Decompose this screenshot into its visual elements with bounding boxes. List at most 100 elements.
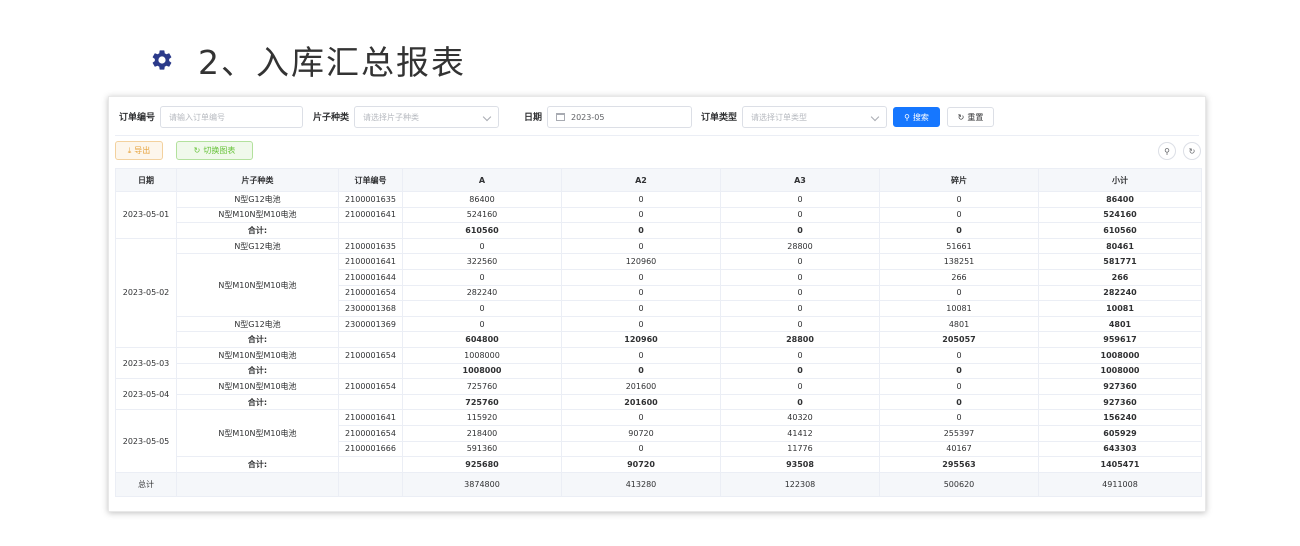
calendar-icon (556, 113, 565, 121)
table-cell: 0 (720, 268, 880, 286)
table-cell: 0 (402, 315, 562, 333)
table-cell: 2100001654 (338, 346, 403, 364)
search-button[interactable]: ⚲ 搜索 (893, 107, 940, 127)
total-row: 总计 3874800 413280 122308 500620 4911008 (115, 471, 1202, 497)
switch-chart-button[interactable]: ↻ 切换图表 (176, 141, 253, 160)
table-cell: 218400 (402, 424, 562, 442)
sum-row: 合计: 925680 90720 93508 295563 1405471 (116, 456, 1202, 473)
table-cell: 610560 (1038, 222, 1202, 239)
table-cell: 413280 (561, 471, 721, 497)
subtotal-cell: 927360 (1038, 378, 1202, 395)
search-button-label: 搜索 (912, 112, 929, 122)
table-cell: 725760 (402, 393, 562, 411)
table-cell: 0 (402, 237, 562, 255)
sum-label-cell: 合计: (176, 362, 339, 380)
empty-cell (338, 362, 403, 380)
table-cell: 0 (879, 362, 1039, 380)
table-cell: 120960 (561, 331, 721, 348)
table-cell: 93508 (720, 456, 880, 473)
table-cell: 0 (720, 191, 880, 208)
table-row: 2023-05-03 N型M10N型M10电池 2100001654 1008000 0… (115, 346, 1202, 380)
table-cell: 725760 (402, 378, 562, 395)
column-header: A (402, 168, 562, 192)
table-cell: 0 (720, 284, 880, 302)
divider (115, 135, 1199, 136)
type-cell: N型M10N型M10电池 (176, 378, 339, 395)
reset-button[interactable]: ↻ 重置 (947, 107, 994, 127)
table-cell: 0 (561, 268, 721, 286)
refresh-icon: ↻ (957, 112, 965, 122)
filter-bar: 订单编号 请输入订单编号 片子种类 请选择片子种类 日期 2023-05 订单类… (109, 106, 1207, 128)
page-title: 2、入库汇总报表 (198, 43, 466, 82)
subtotal-cell: 643303 (1038, 440, 1202, 458)
table-cell: 591360 (402, 440, 562, 458)
table-cell: 0 (879, 284, 1039, 302)
table-cell: 2300001369 (338, 315, 403, 333)
table-cell: 41412 (720, 424, 880, 442)
table-cell: 0 (561, 191, 721, 208)
export-button[interactable]: ⤓ 导出 (115, 141, 163, 160)
sum-row: 合计: 725760 201600 0 0 927360 (116, 393, 1202, 411)
table-cell: 0 (879, 191, 1039, 208)
table-cell: 1405471 (1038, 456, 1202, 473)
table-cell: 10081 (879, 300, 1039, 317)
table-cell: 40320 (720, 409, 880, 426)
table-cell: 2100001635 (338, 237, 403, 255)
table-cell: 610560 (402, 222, 562, 239)
date-picker[interactable]: 2023-05 (547, 106, 692, 128)
table-cell: 0 (561, 222, 721, 239)
search-toggle-button[interactable]: ⚲ (1158, 142, 1176, 160)
order-no-input[interactable]: 请输入订单编号 (160, 106, 303, 128)
column-header: 订单编号 (338, 168, 403, 192)
order-type-placeholder: 请选择订单类型 (751, 112, 807, 122)
subtotal-cell: 266 (1038, 268, 1202, 286)
sum-label-cell: 合计: (176, 331, 339, 348)
table-cell: 51661 (879, 237, 1039, 255)
gear-icon (152, 50, 172, 70)
date-cell: 2023-05-02 (115, 237, 177, 348)
type-select[interactable]: 请选择片子种类 (354, 106, 499, 128)
table-cell: 500620 (879, 471, 1039, 497)
table-cell: 201600 (561, 393, 721, 411)
switch-chart-button-label: 切换图表 (203, 146, 236, 155)
table-cell: 2100001666 (338, 440, 403, 458)
column-header: 日期 (115, 168, 177, 192)
table-cell: 604800 (402, 331, 562, 348)
table-cell: 0 (879, 346, 1039, 364)
table-cell: 0 (879, 206, 1039, 224)
table-cell: 295563 (879, 456, 1039, 473)
search-icon: ⚲ (904, 112, 910, 122)
subtotal-cell: 4801 (1038, 315, 1202, 333)
search-icon: ⚲ (1164, 146, 1170, 156)
empty-cell (338, 331, 403, 348)
type-cell: N型M10N型M10电池 (176, 346, 339, 364)
table-cell: 90720 (561, 424, 721, 442)
type-placeholder: 请选择片子种类 (363, 112, 419, 122)
date-cell: 2023-05-04 (115, 378, 177, 411)
table-row: 2023-05-04 N型M10N型M10电池 2100001654 725760 20… (115, 378, 1202, 411)
empty-cell (338, 222, 403, 239)
table-cell: 0 (561, 346, 721, 364)
type-cell: N型G12电池 (176, 191, 339, 208)
refresh-icon: ↻ (193, 146, 201, 155)
type-cell: N型G12电池 (176, 315, 339, 333)
table-cell: 40167 (879, 440, 1039, 458)
table-cell: 28800 (720, 331, 880, 348)
order-type-select[interactable]: 请选择订单类型 (742, 106, 887, 128)
table-row: N型M10N型M10电池 2100001641 322560 120960 0 13825… (116, 253, 1202, 317)
table-cell: 0 (720, 393, 880, 411)
column-header: 小计 (1038, 168, 1202, 192)
table-cell: 28800 (720, 237, 880, 255)
date-value: 2023-05 (571, 112, 605, 122)
table-cell: 2100001644 (338, 268, 403, 286)
type-cell: N型M10N型M10电池 (176, 253, 339, 317)
chevron-down-icon (482, 112, 492, 122)
table-cell: 0 (720, 315, 880, 333)
table-cell: 0 (561, 315, 721, 333)
table-cell: 11776 (720, 440, 880, 458)
empty-cell (338, 456, 403, 473)
sum-label-cell: 合计: (176, 222, 339, 239)
table-cell: 0 (879, 409, 1039, 426)
table-cell: 2100001635 (338, 191, 403, 208)
refresh-button[interactable]: ↻ (1183, 142, 1201, 160)
